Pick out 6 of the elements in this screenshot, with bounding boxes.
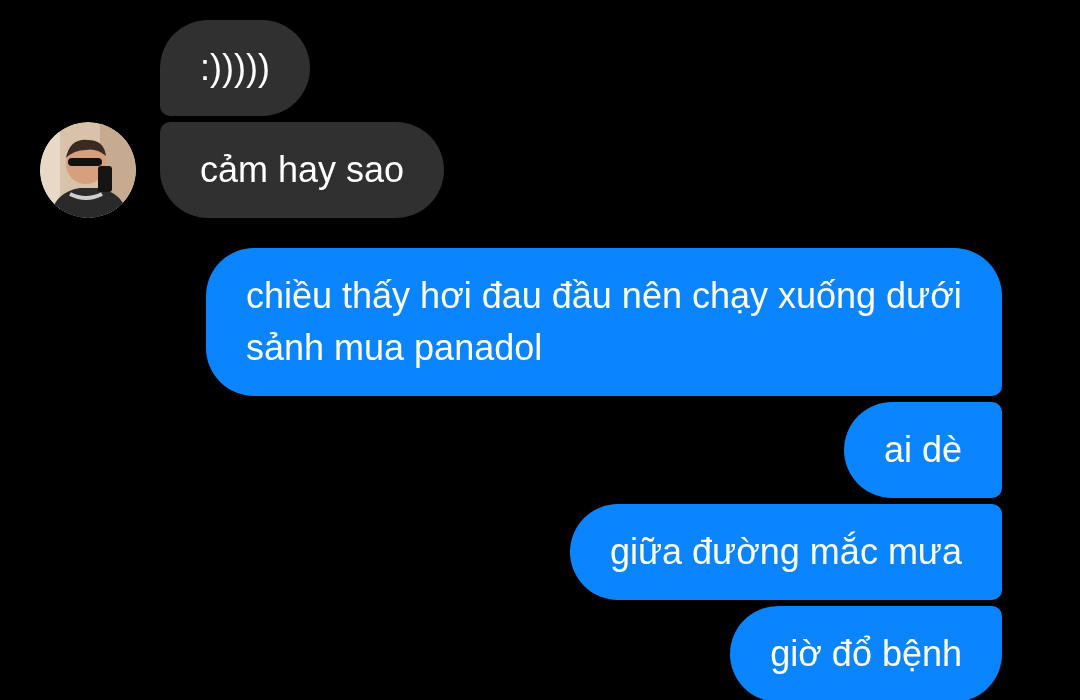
message-bubble: giờ đổ bệnh bbox=[730, 606, 1002, 700]
message-bubble: chiều thấy hơi đau đầu nên chạy xuống dưới sảnh mua panadol bbox=[206, 248, 1002, 396]
message-bubble: :))))) bbox=[160, 20, 310, 116]
message-bubble: cảm hay sao bbox=[160, 122, 445, 218]
message-bubble: giữa đường mắc mưa bbox=[569, 504, 1002, 600]
message-bubble: ai dè bbox=[843, 402, 1002, 498]
